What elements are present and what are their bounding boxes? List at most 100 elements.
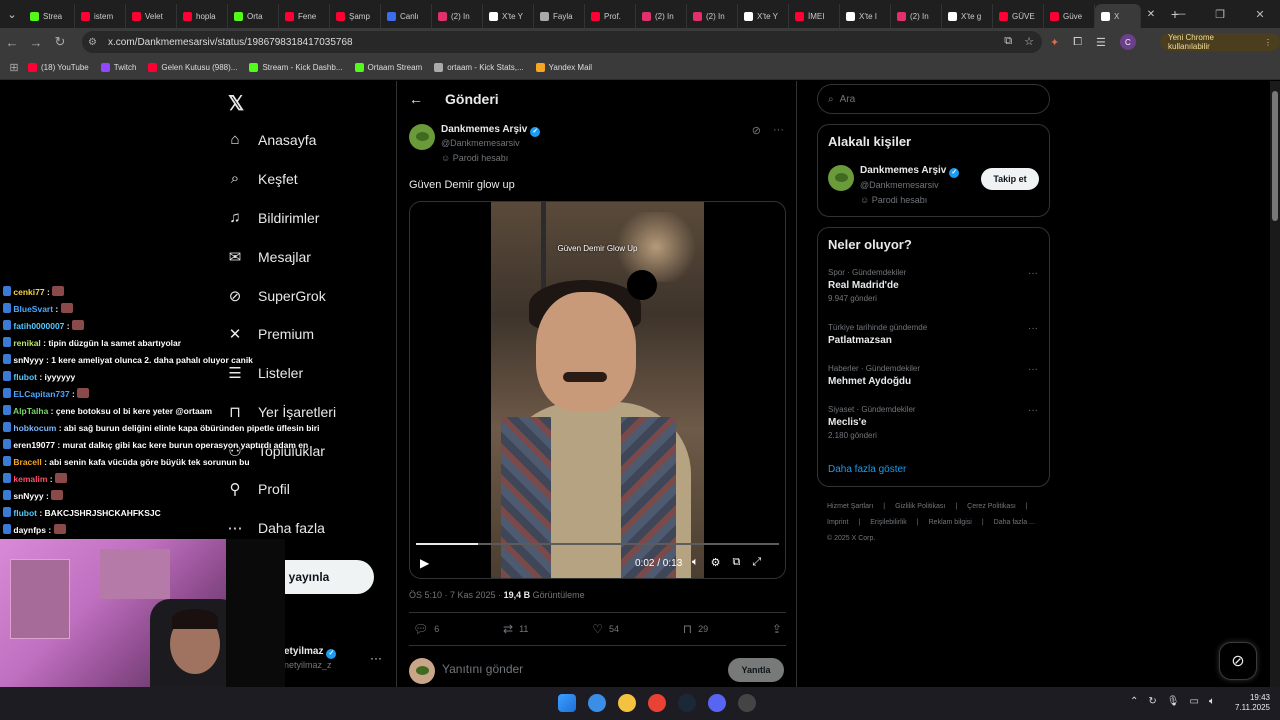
browser-tab[interactable]: hopla	[177, 4, 228, 28]
more-options-icon[interactable]: ···	[773, 124, 784, 137]
related-handle[interactable]: @Dankmemesarsiv	[860, 180, 939, 190]
trend-item[interactable]: Türkiye tarihinde gündemde Patlatmazsan ··…	[828, 323, 1038, 346]
post-timestamp[interactable]: ÖS 5:10 · 7 Kas 2025	[409, 590, 496, 600]
volume-icon[interactable]: 🔈︎	[1209, 696, 1215, 707]
footer-link[interactable]: Reklam bilgisi	[929, 519, 972, 526]
nav-item-premium[interactable]: ✕ Premium	[226, 325, 314, 343]
browser-tab[interactable]: Şamp	[330, 4, 381, 28]
nav-item-yer-i-şaretleri[interactable]: ⊓ Yer İşaretleri	[226, 403, 336, 421]
author-name[interactable]: Dankmemes Arşiv ✓	[441, 124, 541, 137]
share-button[interactable]: ⇪	[772, 622, 782, 636]
tab-search-icon[interactable]: ☰	[1096, 36, 1106, 49]
maximize-icon[interactable]: ❐	[1200, 0, 1240, 28]
search-input[interactable]: ⌕ Ara	[817, 84, 1050, 114]
menu-dots-icon[interactable]: ⋮	[1264, 38, 1272, 47]
taskbar-app-icon[interactable]	[708, 694, 726, 712]
footer-link[interactable]: Hizmet Şartları	[827, 503, 873, 510]
x-logo-icon[interactable]: 𝕏	[228, 91, 244, 116]
close-tab-icon[interactable]: ✕	[1141, 9, 1161, 20]
windows-start-icon[interactable]	[558, 694, 576, 712]
taskbar-app-icon[interactable]	[738, 694, 756, 712]
back-icon[interactable]: ←	[0, 35, 24, 50]
footer-link[interactable]: Erişilebilirlik	[870, 519, 907, 526]
nav-item-profil[interactable]: ⚲ Profil	[226, 480, 290, 498]
settings-gear-icon[interactable]: ⚙	[711, 556, 721, 569]
sync-icon[interactable]: ↻	[1148, 696, 1156, 707]
bookmark-button[interactable]: ⊓ 29	[683, 622, 708, 636]
taskbar-app-icon[interactable]	[618, 694, 636, 712]
chrome-update-button[interactable]: Yeni Chrome kullanılabilir ⋮	[1160, 33, 1280, 51]
browser-tab[interactable]: Fayla	[534, 4, 585, 28]
browser-tab[interactable]: Fene	[279, 4, 330, 28]
taskbar-app-icon[interactable]	[648, 694, 666, 712]
profile-avatar[interactable]: C	[1119, 34, 1136, 50]
browser-tab[interactable]: Strea	[24, 4, 75, 28]
network-icon[interactable]: ▭	[1189, 696, 1198, 707]
reply-input[interactable]: Yanıtını gönder	[442, 662, 523, 676]
reply-submit-button[interactable]: Yanıtla	[728, 658, 784, 682]
forward-icon[interactable]: →	[24, 35, 48, 50]
browser-tab[interactable]: (2) In	[891, 4, 942, 28]
bookmark-item[interactable]: Yandex Mail	[535, 63, 592, 72]
related-name[interactable]: Dankmemes Arşiv ✓	[860, 165, 960, 178]
trend-more-icon[interactable]: ···	[1028, 268, 1038, 279]
grok-icon[interactable]: ⊘	[752, 124, 761, 137]
reply-button[interactable]: 💬︎ 6	[413, 622, 439, 636]
browser-tab[interactable]: Velet	[126, 4, 177, 28]
account-name[interactable]: etyilmaz ✓	[284, 646, 337, 659]
video-frame[interactable]: Güven Demir Glow Up	[491, 202, 704, 578]
volume-icon[interactable]: 🔈︎	[692, 556, 699, 569]
video-progress-bar[interactable]	[416, 543, 779, 545]
browser-tab[interactable]: GÜVE	[993, 4, 1044, 28]
footer-link[interactable]: Imprint	[827, 519, 848, 526]
trend-item[interactable]: Siyaset · Gündemdekiler Meclis'e 2.180 gön…	[828, 405, 1038, 440]
close-window-icon[interactable]: ✕	[1240, 0, 1280, 28]
trend-item[interactable]: Spor · Gündemdekiler Real Madrid'de 9.947 …	[828, 268, 1038, 303]
bookmark-item[interactable]: Twitch	[100, 63, 136, 72]
browser-tab[interactable]: İMEI	[789, 4, 840, 28]
bookmark-item[interactable]: ortaam - Kick Stats,...	[434, 63, 524, 72]
nav-item-daha-fazla[interactable]: ⋯ Daha fazla	[226, 519, 325, 537]
account-more-icon[interactable]: ···	[370, 651, 382, 665]
browser-tab[interactable]: istem	[75, 4, 126, 28]
bookmark-item[interactable]: Ortaam Stream	[354, 63, 422, 72]
browser-tab[interactable]: X'te g	[942, 4, 993, 28]
back-arrow-icon[interactable]: ←	[409, 91, 433, 107]
trend-item[interactable]: Haberler · Gündemdekiler Mehmet Aydoğdu ··…	[828, 364, 1038, 387]
browser-tab[interactable]: (2) In	[432, 4, 483, 28]
taskbar-app-icon[interactable]	[678, 694, 696, 712]
mic-icon[interactable]: 🎙︎	[1167, 696, 1180, 707]
footer-link[interactable]: Gizlilik Politikası	[895, 503, 945, 510]
clock[interactable]: 19:43 7.11.2025	[1230, 693, 1270, 713]
author-handle[interactable]: @Dankmemesarsiv	[441, 138, 520, 148]
play-icon[interactable]: ▶	[420, 556, 429, 570]
url-field[interactable]: ⚙ x.com/Dankmemesarsiv/status/1986798318…	[82, 31, 1042, 53]
extension-icon[interactable]: ✦	[1050, 36, 1059, 49]
reload-icon[interactable]: ↻	[48, 34, 72, 50]
site-info-icon[interactable]: ⚙	[88, 37, 102, 48]
browser-tab[interactable]: (2) In	[687, 4, 738, 28]
trend-more-icon[interactable]: ···	[1028, 323, 1038, 334]
browser-tab[interactable]: X'te I	[840, 4, 891, 28]
trend-more-icon[interactable]: ···	[1028, 364, 1038, 375]
puzzle-icon[interactable]: ⧠	[1073, 36, 1082, 49]
minimize-icon[interactable]: —	[1160, 0, 1200, 28]
tab-search-icon[interactable]: ⌄	[0, 0, 24, 28]
browser-tab[interactable]: Canlı	[381, 4, 432, 28]
follow-button[interactable]: Takip et	[981, 168, 1039, 190]
scrollbar-thumb[interactable]	[1272, 91, 1278, 221]
video-player[interactable]: Güven Demir Glow Up ▶ 0:02 / 0:13 🔈︎ ⚙ ⧉…	[409, 201, 786, 579]
browser-tab[interactable]: X'te Y	[483, 4, 534, 28]
author-avatar[interactable]	[409, 124, 435, 150]
browser-tab[interactable]: Güve	[1044, 4, 1095, 28]
chevron-up-icon[interactable]: ⌃	[1130, 696, 1138, 707]
nav-item-anasayfa[interactable]: ⌂ Anasayfa	[226, 131, 316, 148]
install-icon[interactable]: ⧉	[1004, 35, 1012, 48]
scrollbar[interactable]	[1270, 81, 1280, 687]
like-button[interactable]: ♡ 54	[592, 622, 619, 636]
nav-item-keşfet[interactable]: ⌕ Keşfet	[226, 170, 298, 187]
nav-item-listeler[interactable]: ☰ Listeler	[226, 364, 303, 382]
star-icon[interactable]: ☆	[1024, 35, 1034, 48]
nav-item-supergrok[interactable]: ⊘ SuperGrok	[226, 287, 326, 305]
show-more-link[interactable]: Daha fazla göster	[828, 464, 906, 475]
